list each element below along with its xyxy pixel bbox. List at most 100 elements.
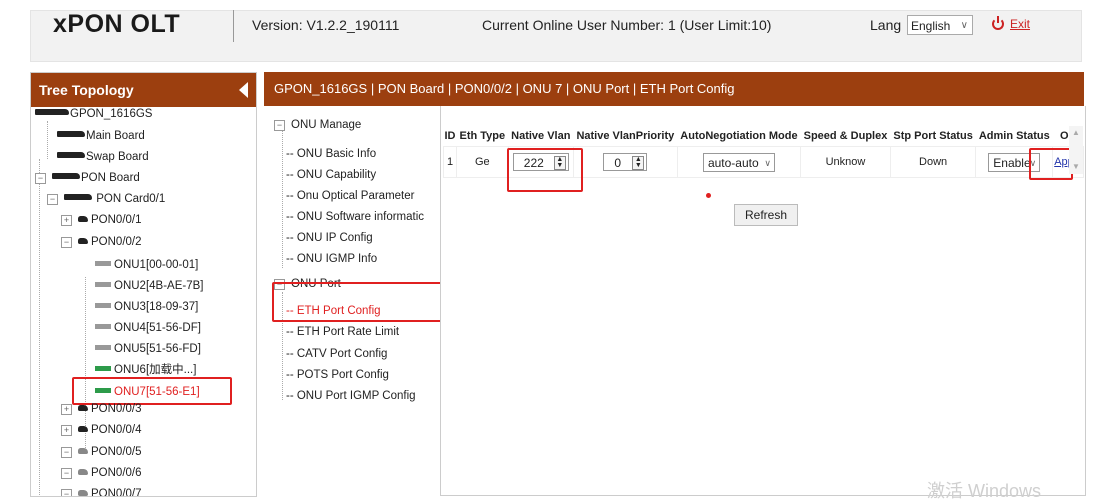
tree-item-onu[interactable]: ONU5[51-56-FD] <box>95 340 201 358</box>
collapse-icon[interactable]: − <box>274 120 285 131</box>
collapse-left-icon[interactable] <box>239 82 248 98</box>
eth-port-config-content: ID Eth Type Native Vlan Native VlanPrior… <box>440 106 1086 496</box>
menu-item-onu-capability[interactable]: -- ONU Capability <box>286 166 376 184</box>
column-header: Admin Status <box>978 130 1050 142</box>
tree-item-pon-board[interactable]: − PON Board <box>35 169 140 187</box>
expand-icon[interactable]: + <box>61 215 72 226</box>
header-divider <box>233 10 234 42</box>
expand-icon[interactable]: + <box>61 404 72 415</box>
pon-port-icon <box>78 426 88 432</box>
refresh-button[interactable]: Refresh <box>734 204 798 226</box>
menu-guide-line <box>282 128 283 268</box>
table-header-row: ID Eth Type Native Vlan Native VlanPrior… <box>444 126 1084 147</box>
tree-item-swap-board[interactable]: Swap Board <box>57 148 149 166</box>
pon-port-icon <box>78 448 88 454</box>
menu-item-ip-config[interactable]: -- ONU IP Config <box>286 229 373 247</box>
marker-dot <box>706 193 711 198</box>
autoneg-select[interactable]: auto-auto ∨ <box>702 152 775 172</box>
collapse-icon[interactable]: − <box>61 447 72 458</box>
tree-item-label: ONU4[51-56-DF] <box>114 322 201 334</box>
tree-guide-line <box>47 121 48 159</box>
tree-item-pon[interactable]: − PON0/0/5 <box>61 443 142 461</box>
expand-icon[interactable]: + <box>61 425 72 436</box>
tree-root[interactable]: GPON_1616GS <box>35 105 152 123</box>
top-bar: xPON OLT Version: V1.2.2_190111 Current … <box>0 0 1105 64</box>
collapse-icon[interactable]: − <box>61 489 72 496</box>
collapse-icon[interactable]: − <box>61 237 72 248</box>
menu-item-catv-port-config[interactable]: -- CATV Port Config <box>286 345 387 363</box>
board-icon <box>52 173 80 179</box>
board-icon <box>57 131 85 137</box>
scroll-up-icon[interactable]: ▲ <box>1072 128 1080 137</box>
tree-panel-header: Tree Topology <box>31 73 256 107</box>
menu-item-label: Onu Optical Parameter <box>296 190 415 202</box>
menu-item-pots-port-config[interactable]: -- POTS Port Config <box>286 366 389 384</box>
tree-item-label: ONU1[00-00-01] <box>114 259 199 271</box>
menu-item-optical-parameter[interactable]: -- Onu Optical Parameter <box>286 187 414 205</box>
column-header: Stp Port Status <box>893 130 973 142</box>
language-select[interactable]: English ∨ <box>907 15 973 35</box>
tree-item-label: Main Board <box>86 130 145 142</box>
menu-item-eth-port-rate-limit[interactable]: -- ETH Port Rate Limit <box>286 323 399 341</box>
power-icon <box>992 16 1004 30</box>
menu-item-onu-port-igmp-config[interactable]: -- ONU Port IGMP Config <box>286 387 416 405</box>
stepper-arrows-icon[interactable]: ▲ ▼ <box>632 156 645 170</box>
cell-id: 1 <box>443 146 457 178</box>
collapse-icon[interactable]: − <box>61 468 72 479</box>
vertical-scrollbar[interactable]: ▲ ▼ <box>1069 126 1083 174</box>
menu-item-label: ONU Port IGMP Config <box>296 390 416 402</box>
collapse-icon[interactable]: − <box>35 173 46 184</box>
tree-guide-line <box>39 159 40 496</box>
cell-eth-type: Ge <box>456 146 509 178</box>
tree-panel-title: Tree Topology <box>39 82 134 98</box>
menu-item-label: ETH Port Rate Limit <box>296 326 400 338</box>
menu-item-onu-basic-info[interactable]: -- ONU Basic Info <box>286 145 376 163</box>
tree-item-pon[interactable]: − PON0/0/7 <box>61 485 142 497</box>
exit-button[interactable]: Exit <box>992 16 1030 31</box>
column-header: Native VlanPriority <box>576 130 675 142</box>
chevron-down-icon: ∨ <box>960 20 968 31</box>
tree-item-pon[interactable]: + PON0/0/3 <box>61 400 142 418</box>
tree-item-pon-card[interactable]: − PON Card0/1 <box>47 190 165 208</box>
app-logo: xPON OLT <box>53 10 181 38</box>
pon-port-icon <box>78 469 88 475</box>
highlight-box <box>507 148 583 192</box>
scroll-down-icon[interactable]: ▼ <box>1072 162 1080 171</box>
menu-group-onu-manage[interactable]: − ONU Manage <box>274 116 361 134</box>
windows-activation-watermark: 激活 Windows <box>927 481 1042 501</box>
cell-stp-status: Down <box>889 146 977 178</box>
column-header: Eth Type <box>459 130 506 142</box>
menu-item-igmp-info[interactable]: -- ONU IGMP Info <box>286 250 377 268</box>
column-header: Native Vlan <box>511 130 571 142</box>
onu-online-icon <box>95 366 111 371</box>
tree-item-onu[interactable]: ONU1[00-00-01] <box>95 256 198 274</box>
tree-item-label: Swap Board <box>86 151 149 163</box>
menu-item-label: ONU IP Config <box>296 232 373 244</box>
tree-item-pon[interactable]: − PON0/0/6 <box>61 464 142 482</box>
tree-item-label: PON0/0/4 <box>91 424 142 436</box>
menu-item-software-info[interactable]: -- ONU Software informatic <box>286 208 444 226</box>
collapse-icon[interactable]: − <box>47 194 58 205</box>
tree-item-pon[interactable]: + PON0/0/4 <box>61 421 142 439</box>
tree-item-onu[interactable]: ONU4[51-56-DF] <box>95 319 201 337</box>
column-header: Speed & Duplex <box>803 130 888 142</box>
tree-item-onu[interactable]: ONU3[18-09-37] <box>95 298 198 316</box>
autoneg-value: auto-auto <box>707 155 759 170</box>
tree-item-main-board[interactable]: Main Board <box>57 127 145 145</box>
tree-item-pon[interactable]: − PON0/0/2 <box>61 233 142 251</box>
native-vlan-priority-stepper[interactable]: 0 ▲ ▼ <box>603 153 648 171</box>
onu-icon <box>95 324 111 329</box>
onu-icon <box>95 282 111 287</box>
highlight-box <box>1029 148 1073 180</box>
tree-item-label: PON0/0/7 <box>91 488 142 497</box>
onu-menu: − ONU Manage -- ONU Basic Info -- ONU Cap… <box>264 106 446 495</box>
version-label: Version: V1.2.2_190111 <box>252 17 400 33</box>
tree-item-label: PON Card0/1 <box>96 193 166 205</box>
tree-item-pon[interactable]: + PON0/0/1 <box>61 211 142 229</box>
tree-item-label: PON Board <box>81 172 140 184</box>
menu-item-label: ONU IGMP Info <box>296 253 378 265</box>
breadcrumb: GPON_1616GS | PON Board | PON0/0/2 | ONU… <box>264 72 1084 106</box>
exit-link[interactable]: Exit <box>1010 17 1030 31</box>
tree-panel: Tree Topology GPON_1616GS Main Board Swa… <box>30 72 257 497</box>
tree-item-onu[interactable]: ONU2[4B-AE-7B] <box>95 277 203 295</box>
